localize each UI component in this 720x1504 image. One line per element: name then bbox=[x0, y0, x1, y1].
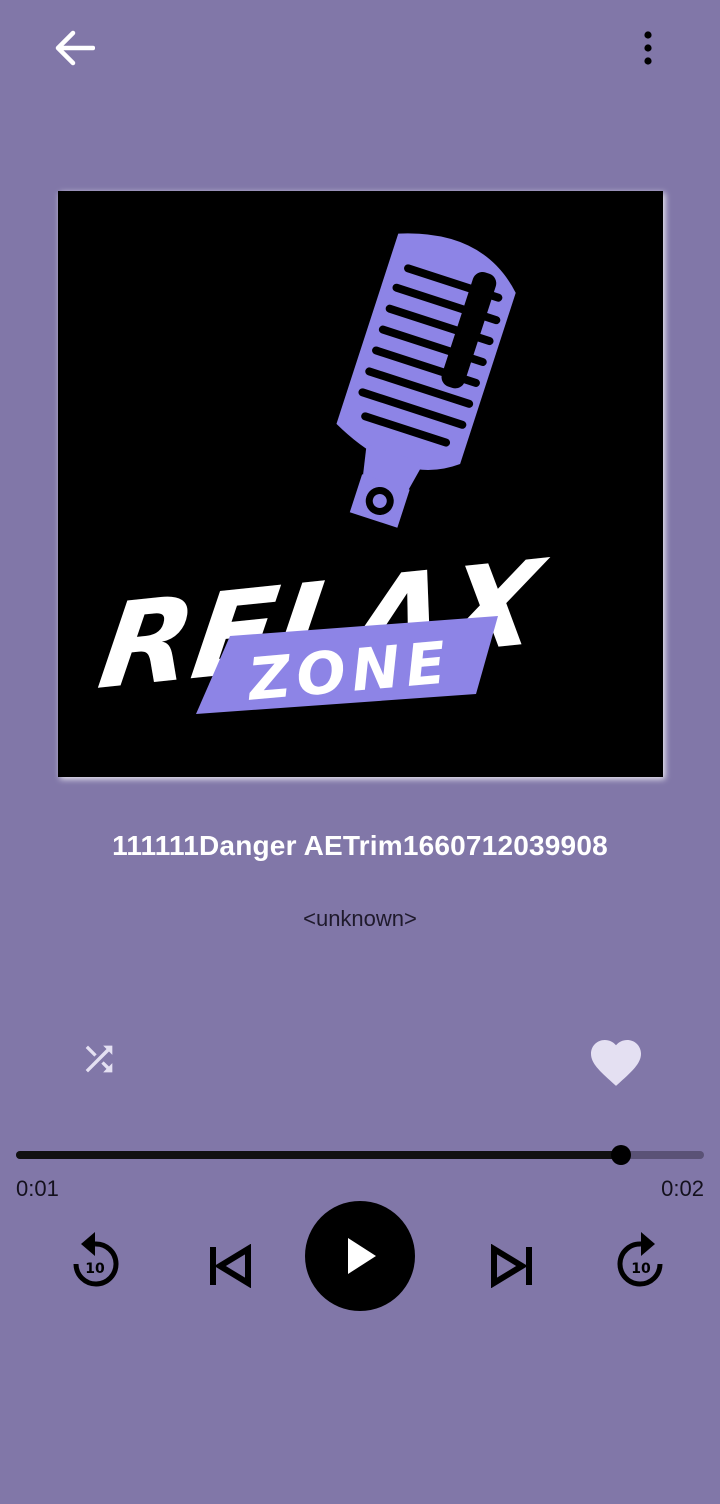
more-options-button[interactable] bbox=[628, 24, 668, 72]
arrow-left-icon bbox=[55, 30, 95, 66]
skip-next-icon bbox=[491, 1244, 532, 1288]
heart-icon bbox=[591, 1040, 641, 1086]
skip-previous-icon bbox=[210, 1244, 251, 1288]
song-title: 111111Danger AETrim1660712039908 bbox=[112, 830, 608, 861]
play-icon bbox=[348, 1238, 376, 1274]
next-button[interactable] bbox=[488, 1241, 538, 1291]
song-artist: <unknown> bbox=[303, 906, 417, 931]
forward-10-button[interactable]: 10 bbox=[610, 1226, 672, 1292]
rewind-10-label: 10 bbox=[85, 1261, 105, 1277]
favorite-button[interactable] bbox=[584, 1030, 648, 1090]
back-button[interactable] bbox=[48, 24, 100, 72]
replay-10-icon: 10 bbox=[73, 1232, 119, 1287]
seek-bar-thumb[interactable] bbox=[611, 1145, 632, 1165]
rewind-10-button[interactable]: 10 bbox=[64, 1226, 126, 1292]
album-artwork: RELAX ZONE bbox=[58, 191, 663, 777]
play-button[interactable] bbox=[305, 1201, 415, 1311]
forward-10-label: 10 bbox=[631, 1261, 651, 1277]
previous-button[interactable] bbox=[204, 1241, 254, 1291]
relax-zone-logo: RELAX ZONE bbox=[91, 233, 554, 716]
current-time: 0:01 bbox=[16, 1176, 59, 1201]
shuffle-icon bbox=[85, 1045, 113, 1073]
top-bar bbox=[0, 0, 720, 96]
forward-10-icon: 10 bbox=[617, 1232, 663, 1287]
total-duration: 0:02 bbox=[661, 1176, 704, 1201]
seek-bar-progress bbox=[16, 1151, 622, 1159]
shuffle-button[interactable] bbox=[74, 1034, 124, 1084]
more-vertical-icon bbox=[644, 31, 652, 65]
seek-bar[interactable] bbox=[16, 1145, 704, 1165]
